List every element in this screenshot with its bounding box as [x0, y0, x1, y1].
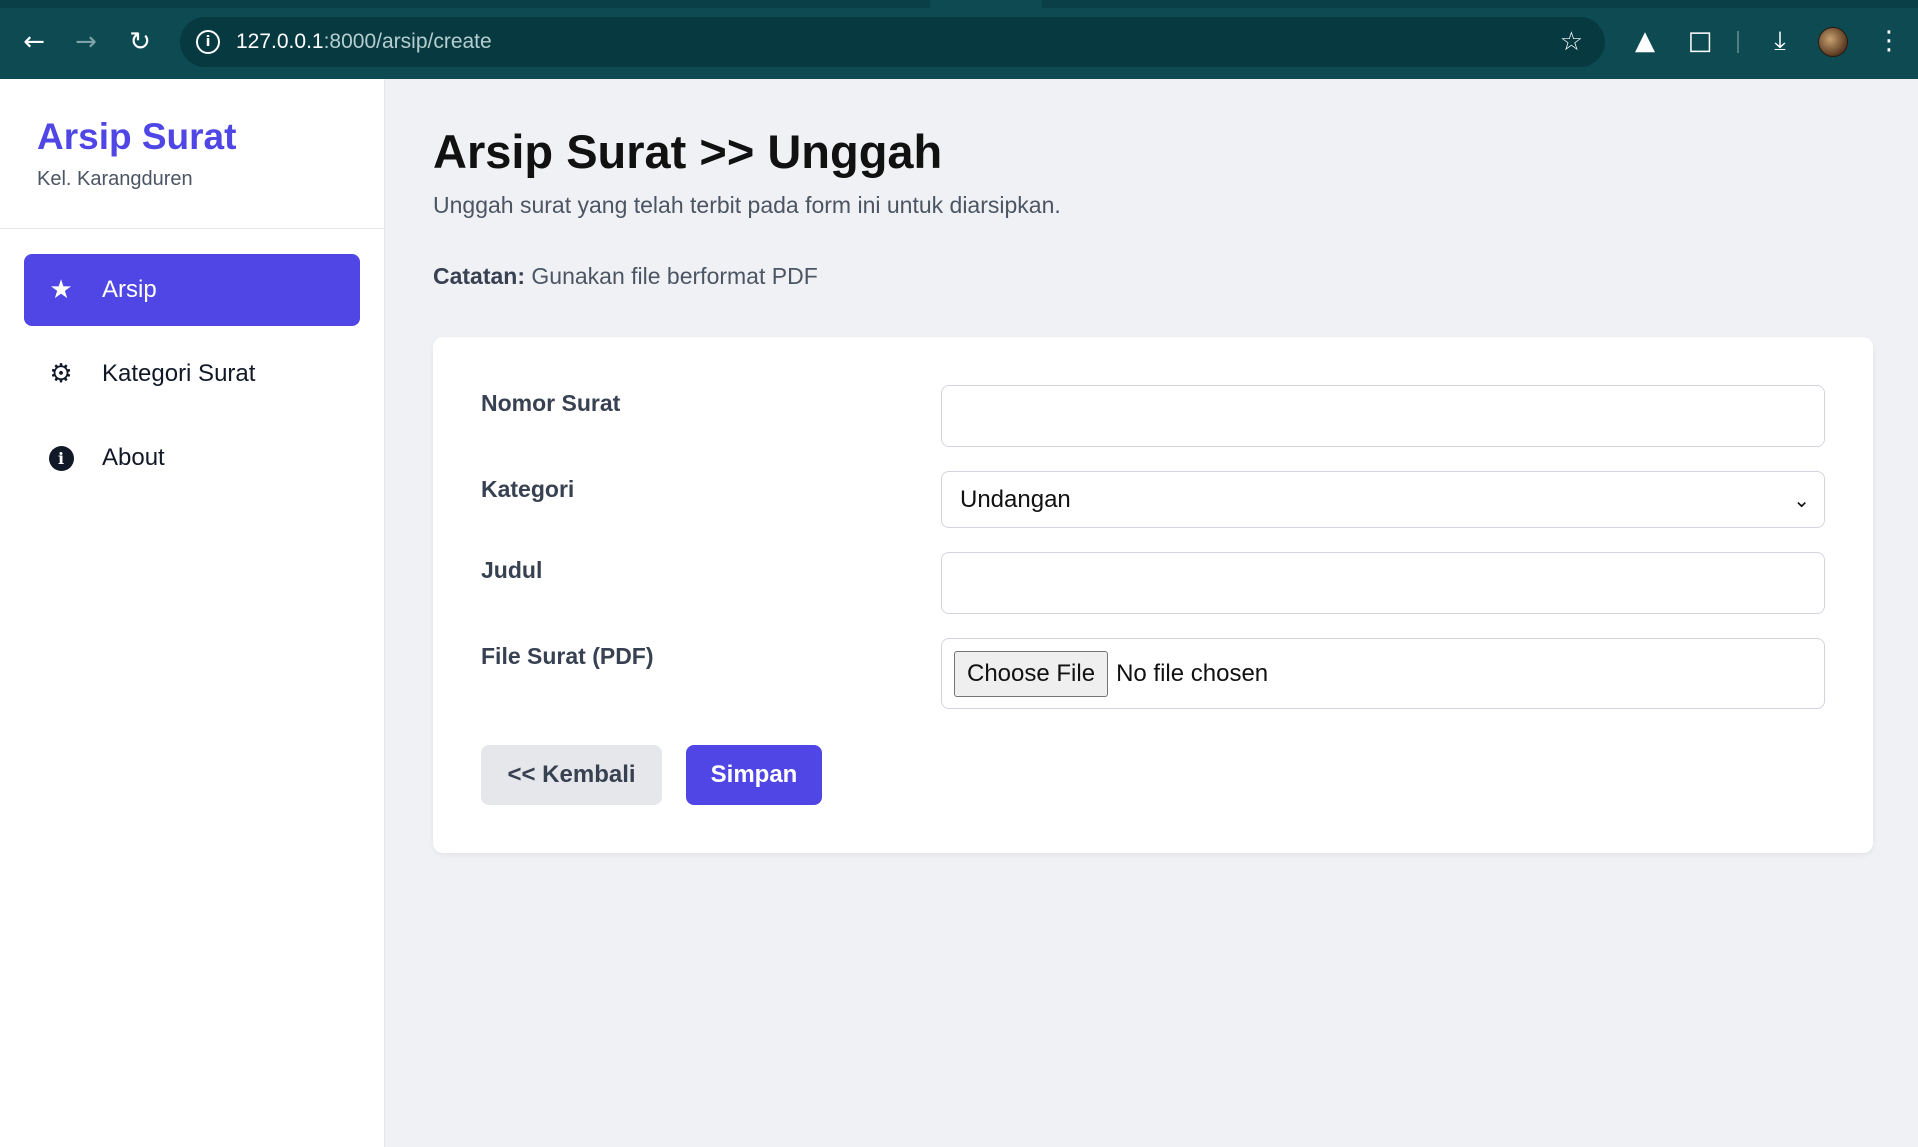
nomor-surat-row: Nomor Surat — [481, 385, 1825, 447]
file-input[interactable]: Choose File No file chosen — [941, 638, 1825, 709]
main-content: Arsip Surat >> Unggah Unggah surat yang … — [385, 79, 1918, 1147]
kategori-select[interactable]: Undangan ⌄ — [941, 471, 1825, 528]
save-button[interactable]: Simpan — [686, 745, 822, 805]
nomor-surat-label: Nomor Surat — [481, 390, 621, 416]
brand: Arsip Surat Kel. Karangduren — [0, 79, 384, 229]
download-icon[interactable]: ⤓ — [1763, 24, 1797, 58]
judul-row: Judul — [481, 552, 1825, 614]
note: Catatan: Gunakan file berformat PDF — [433, 263, 1918, 290]
file-status: No file chosen — [1116, 659, 1269, 687]
extension-triangle-icon[interactable]: ▲ — [1628, 24, 1662, 58]
address-bar[interactable]: i 127.0.0.1:8000/arsip/create ☆ — [180, 17, 1605, 67]
sidebar-item-arsip[interactable]: ★ Arsip — [24, 254, 360, 326]
star-icon: ★ — [49, 275, 73, 305]
profile-avatar[interactable] — [1818, 27, 1848, 57]
browser-toolbar: ← → ↻ i 127.0.0.1:8000/arsip/create ☆ ▲ … — [0, 0, 1918, 79]
kategori-label: Kategori — [481, 476, 575, 502]
form-actions: << Kembali Simpan — [481, 745, 1825, 805]
tab-strip — [0, 0, 1918, 8]
menu-dots-icon[interactable]: ⋮ — [1872, 24, 1906, 58]
kategori-selected-value: Undangan — [960, 485, 1071, 513]
forward-icon[interactable]: → — [68, 24, 104, 60]
file-surat-label: File Surat (PDF) — [481, 643, 654, 669]
bookmark-star-icon[interactable]: ☆ — [1560, 27, 1583, 57]
sidebar: Arsip Surat Kel. Karangduren ★ Arsip ⚙ K… — [0, 79, 385, 1147]
judul-input[interactable] — [941, 552, 1825, 614]
sidebar-item-about[interactable]: i About — [24, 422, 360, 494]
reload-icon[interactable]: ↻ — [122, 24, 158, 60]
gear-icon: ⚙ — [49, 359, 73, 389]
page-description: Unggah surat yang telah terbit pada form… — [433, 192, 1061, 219]
upload-form-card: Nomor Surat Kategori Undangan ⌄ Judul Fi… — [433, 337, 1873, 853]
nomor-surat-input[interactable] — [941, 385, 1825, 447]
note-label: Catatan: — [433, 263, 526, 290]
sidebar-item-label: Arsip — [102, 276, 157, 303]
page-title: Arsip Surat >> Unggah — [433, 125, 943, 178]
toolbar-divider — [1737, 31, 1739, 53]
kategori-row: Kategori Undangan ⌄ — [481, 471, 1825, 528]
sidebar-item-label: About — [102, 444, 165, 471]
choose-file-button[interactable]: Choose File — [954, 650, 1109, 697]
sidebar-item-kategori-surat[interactable]: ⚙ Kategori Surat — [24, 338, 360, 410]
url-host: 127.0.0.1 — [236, 30, 324, 53]
url-path: :8000/arsip/create — [323, 30, 492, 53]
extensions-puzzle-icon[interactable]: □ — [1683, 24, 1717, 58]
back-icon[interactable]: ← — [16, 24, 52, 60]
active-tab[interactable] — [930, 0, 1042, 8]
url-text[interactable]: 127.0.0.1:8000/arsip/create — [236, 30, 492, 54]
file-surat-row: File Surat (PDF) Choose File No file cho… — [481, 638, 1825, 709]
chevron-down-icon: ⌄ — [1793, 487, 1810, 512]
site-info-icon[interactable]: i — [196, 30, 220, 54]
sidebar-item-label: Kategori Surat — [102, 360, 256, 387]
sidebar-menu: ★ Arsip ⚙ Kategori Surat i About — [0, 229, 384, 494]
brand-subtitle: Kel. Karangduren — [37, 167, 193, 190]
info-icon: i — [46, 443, 76, 473]
note-text: Gunakan file berformat PDF — [531, 263, 818, 290]
brand-title[interactable]: Arsip Surat — [37, 116, 384, 158]
back-button[interactable]: << Kembali — [481, 745, 662, 805]
judul-label: Judul — [481, 557, 543, 583]
